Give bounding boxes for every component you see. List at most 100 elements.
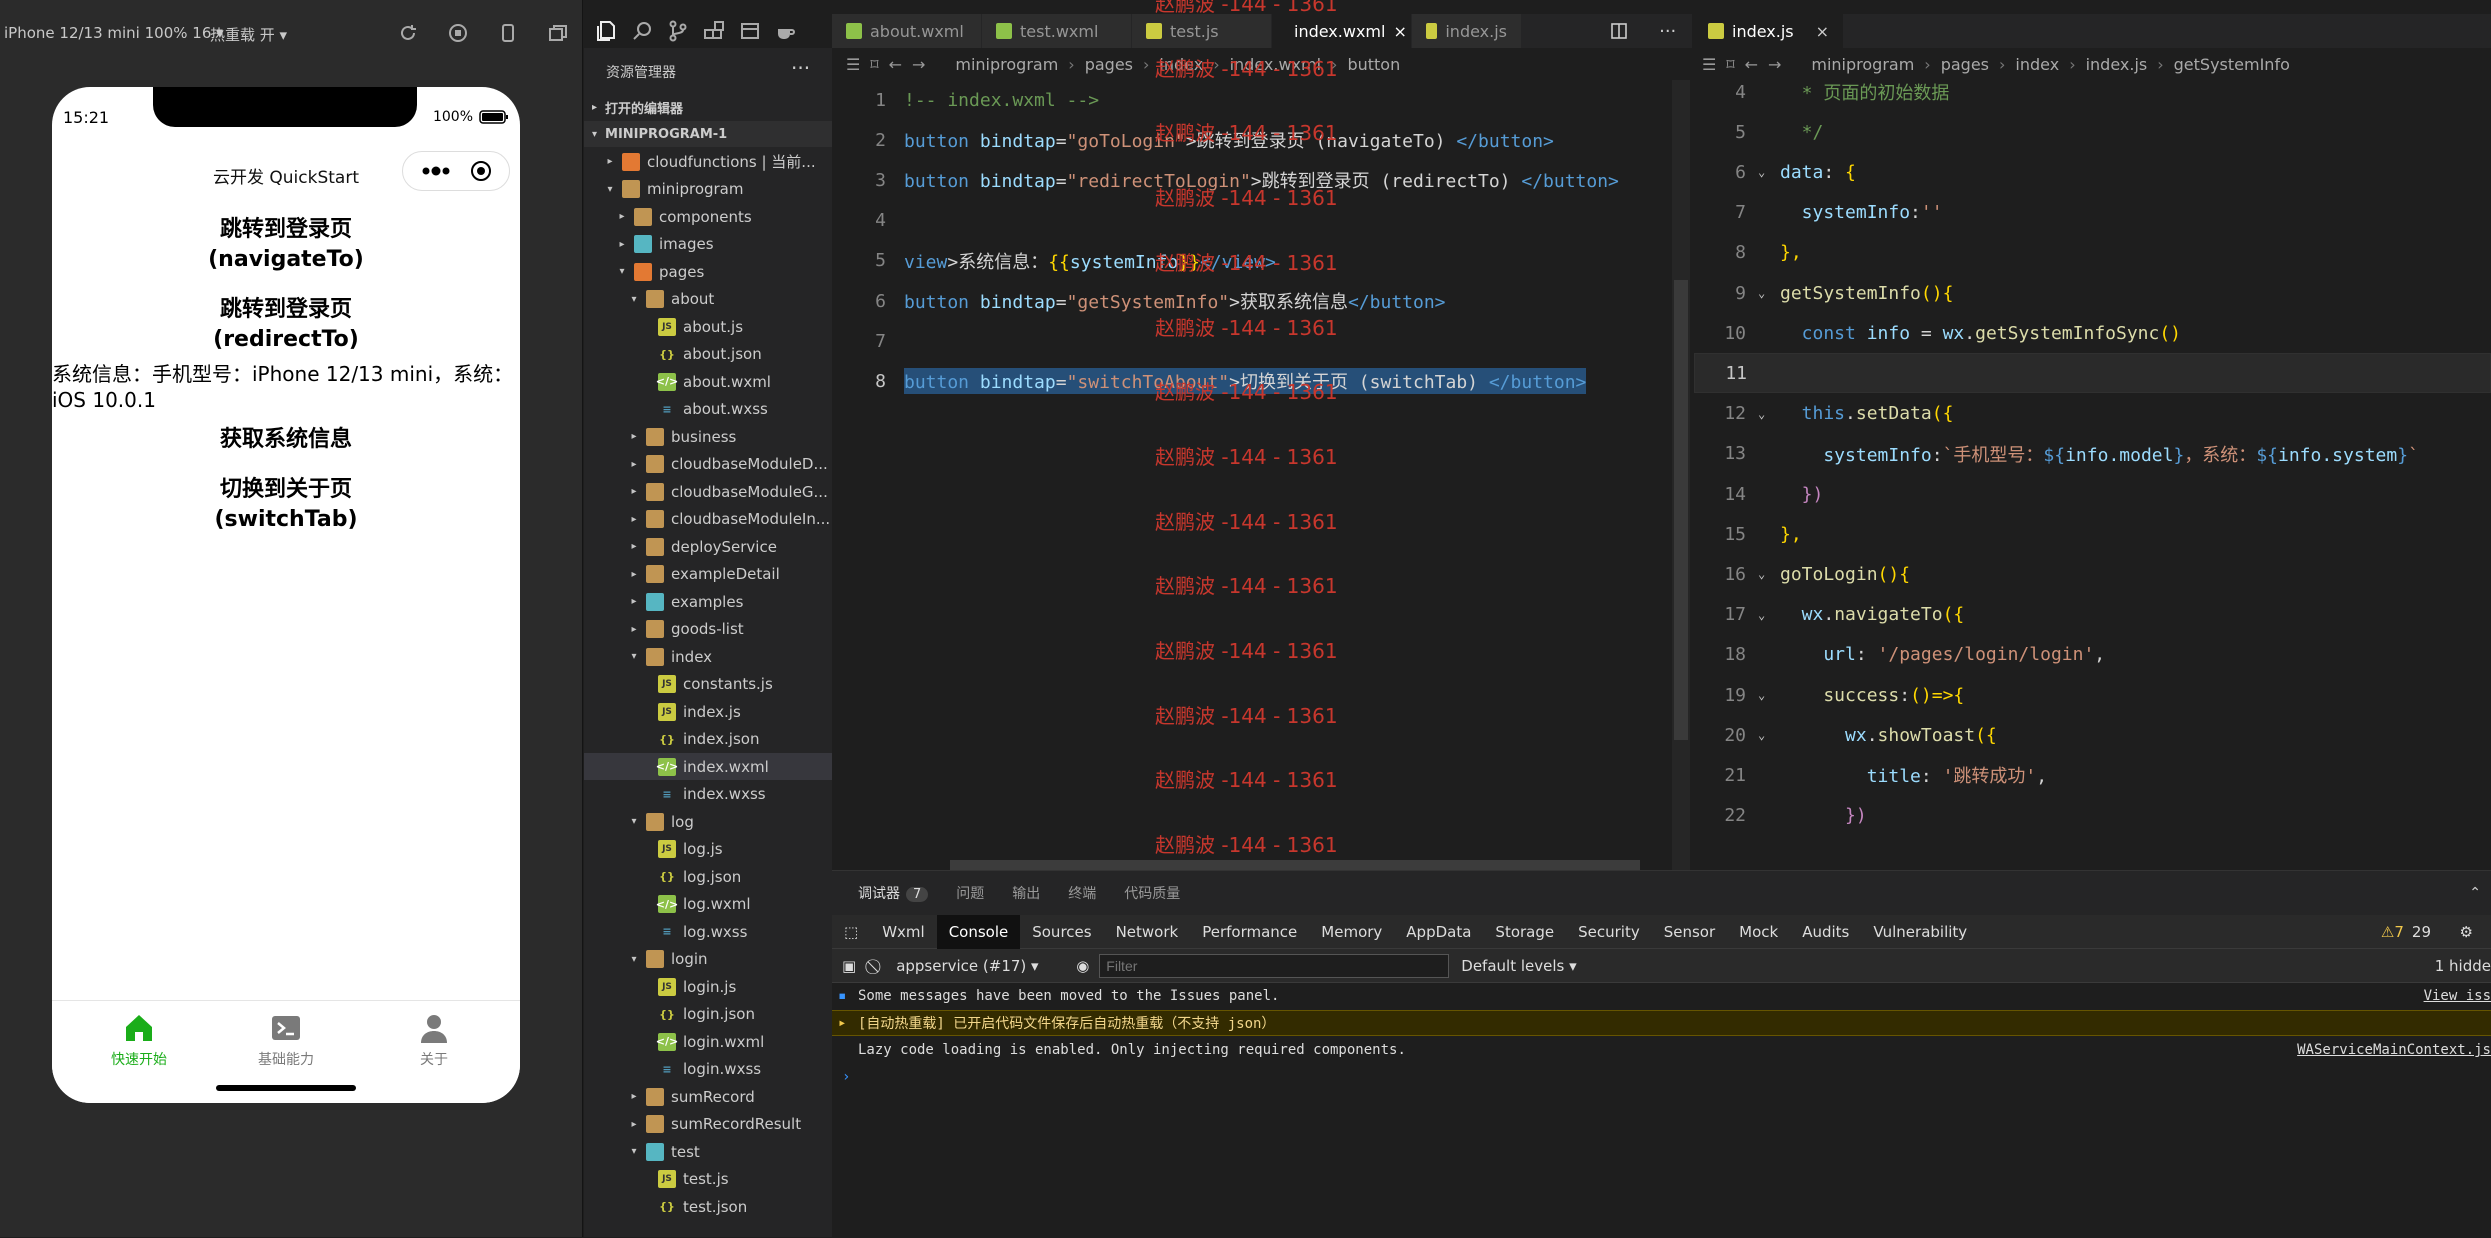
tab-test-wxml[interactable]: test.wxml [982,14,1132,48]
devtools-tab-wxml[interactable]: Wxml [870,915,937,949]
close-icon[interactable]: × [1393,22,1406,41]
chevron-right-icon[interactable]: ▸ [628,541,640,552]
chevron-right-icon[interactable]: ▸ [628,514,640,525]
code-line[interactable]: 19 ⌄ success:()=>{ [1694,675,2491,715]
navigate-to-login-button[interactable]: 跳转到登录页 (navigateTo) [52,215,520,275]
tab-index-js[interactable]: index.js × [1694,14,1845,48]
chevron-right-icon[interactable]: ▸ [616,211,628,222]
tree-folder[interactable]: ▾ about [584,286,832,313]
list-icon[interactable]: ☰ [846,55,860,74]
devtools-tab-memory[interactable]: Memory [1309,915,1394,949]
phone-icon[interactable] [497,22,519,44]
chevron-right-icon[interactable]: ▸ [628,624,640,635]
crumb[interactable]: pages [1085,55,1133,74]
tree-folder[interactable]: ▾ pages [584,258,832,285]
explorer-more-button[interactable]: ··· [791,56,810,80]
chevron-down-icon[interactable]: ▾ [604,184,616,195]
open-editors-section[interactable]: ▸ 打开的编辑器 [584,94,832,120]
tree-folder[interactable]: ▾ login [584,946,832,973]
cloud-icon[interactable] [738,19,762,43]
chevron-down-icon[interactable]: ▾ [628,1146,640,1157]
source-control-icon[interactable] [666,19,690,43]
inspect-icon[interactable]: ⬚ [832,915,870,949]
code-line[interactable]: 8}, [1694,233,2491,273]
crumb[interactable]: pages [1941,55,1989,74]
chevron-down-icon[interactable]: ▾ [616,266,628,277]
panel-tab[interactable]: 终端 [1068,883,1096,903]
tree-file[interactable]: </> log.wxml [584,891,832,918]
tree-folder[interactable]: ▾ test [584,1138,832,1165]
more-dots-icon[interactable] [421,166,451,176]
window-icon[interactable] [547,22,569,44]
code-line[interactable]: 7 systemInfo:'' [1694,193,2491,233]
tree-file[interactable]: JS test.js [584,1166,832,1193]
tree-file[interactable]: </> index.wxml [584,753,832,780]
fold-chevron-icon[interactable]: ⌄ [1758,286,1780,300]
tree-file[interactable]: {} login.json [584,1001,832,1028]
devtools-tab-security[interactable]: Security [1566,915,1652,949]
devtools-tab-storage[interactable]: Storage [1483,915,1566,949]
tree-folder[interactable]: ▾ log [584,808,832,835]
code-line[interactable]: 11 [1694,353,2491,394]
get-system-info-button[interactable]: 获取系统信息 [52,425,520,455]
tab-index-js[interactable]: index.js [1412,14,1522,48]
tree-folder[interactable]: ▸ cloudbaseModuleD... [584,451,832,478]
crumb[interactable]: index [2015,55,2059,74]
tree-file[interactable]: {} log.json [584,863,832,890]
tree-file[interactable]: ≡ login.wxss [584,1056,832,1083]
tree-folder[interactable]: ▸ goods-list [584,616,832,643]
tab-index-wxml[interactable]: index.wxml × [1272,14,1412,48]
crumb[interactable]: getSystemInfo [2174,55,2290,74]
editor2-code[interactable]: 4 * 页面的初始数据 5 */6 ⌄ data: {7 systemInfo:'' 8… [1694,80,2491,870]
chevron-right-icon[interactable]: ▸ [616,239,628,250]
code-line[interactable]: 6 ⌄ data: { [1694,152,2491,192]
tab-about-wxml[interactable]: about.wxml [832,14,982,48]
eye-icon[interactable]: ◉ [1066,957,1099,975]
tree-folder[interactable]: ▸ cloudfunctions | 当前... [584,148,832,175]
tree-folder[interactable]: ▸ business [584,423,832,450]
tree-folder[interactable]: ▸ sumRecord [584,1083,832,1110]
tree-folder[interactable]: ▸ examples [584,588,832,615]
devtools-tab-mock[interactable]: Mock [1727,915,1790,949]
chevron-right-icon[interactable]: ▸ [628,486,640,497]
tree-folder[interactable]: ▸ images [584,231,832,258]
chevron-down-icon[interactable]: ▾ [628,954,640,965]
panel-tab[interactable]: 输出 [1012,883,1040,903]
issue-counts[interactable]: ⚠7 29 [2381,923,2431,941]
fold-chevron-icon[interactable]: ⌄ [1758,165,1780,179]
levels-select[interactable]: Default levels ▾ [1449,957,1588,975]
refresh-icon[interactable] [397,22,419,44]
search-icon[interactable] [630,19,654,43]
tree-folder[interactable]: ▸ sumRecordResult [584,1111,832,1138]
code-line[interactable]: 22 }) [1694,796,2491,836]
code-line[interactable]: 1 !-- index.wxml --> [832,80,1672,120]
tree-file[interactable]: </> about.wxml [584,368,832,395]
clear-console-icon[interactable]: ⃠ [866,957,886,975]
tea-icon[interactable] [774,19,798,43]
panel-tab[interactable]: 调试器 7 [858,883,929,903]
tree-folder[interactable]: ▸ cloudbaseModuleG... [584,478,832,505]
redirect-to-login-button[interactable]: 跳转到登录页 (redirectTo) [52,295,520,355]
tree-file[interactable]: JS login.js [584,973,832,1000]
fold-chevron-icon[interactable]: ⌄ [1758,728,1780,742]
code-line[interactable]: 9 ⌄ getSystemInfo(){ [1694,273,2491,313]
fold-chevron-icon[interactable]: ⌄ [1758,608,1780,622]
chevron-up-icon[interactable]: ⌃ [2469,885,2481,901]
tree-folder[interactable]: ▸ components [584,203,832,230]
chevron-right-icon[interactable]: ▸ [628,1119,640,1130]
console-source-link[interactable]: WAServiceMainContext.js [2297,1042,2491,1058]
crumb[interactable]: button [1347,55,1400,74]
panel-tab[interactable]: 问题 [956,883,984,903]
capsule-menu[interactable] [402,151,510,191]
close-target-icon[interactable] [470,160,492,182]
switch-to-about-button[interactable]: 切换到关于页 (switchTab) [52,475,520,535]
devtools-tab-appdata[interactable]: AppData [1394,915,1483,949]
code-line[interactable]: 16 ⌄ goToLogin(){ [1694,554,2491,594]
devtools-tab-console[interactable]: Console [936,914,1021,949]
fold-chevron-icon[interactable]: ⌄ [1758,567,1780,581]
devtools-tab-vulnerability[interactable]: Vulnerability [1861,915,1979,949]
code-line[interactable]: 18 url: '/pages/login/login', [1694,635,2491,675]
fold-chevron-icon[interactable]: ⌄ [1758,407,1780,421]
console-source-link[interactable]: View iss [2424,988,2491,1004]
scrollbar-thumb[interactable] [1674,280,1688,740]
